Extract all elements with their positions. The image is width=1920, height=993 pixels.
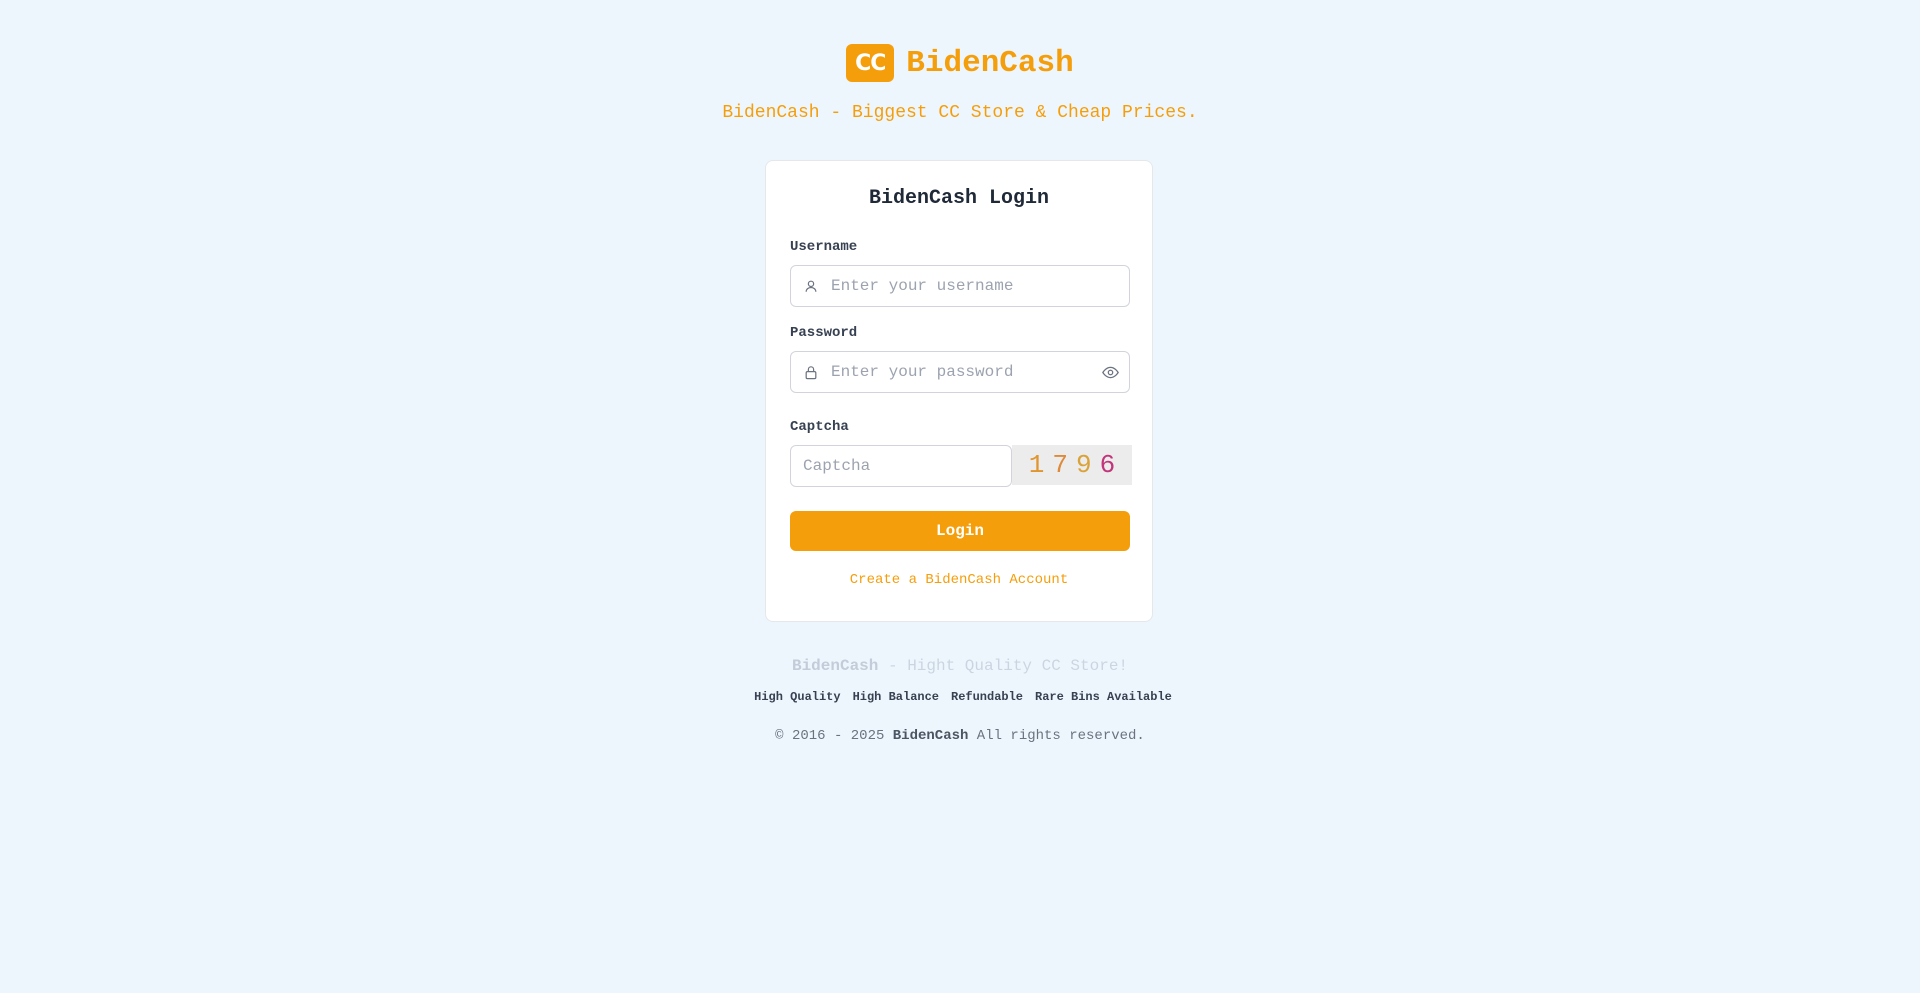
- password-field[interactable]: [790, 351, 1130, 393]
- captcha-digit: 7: [1052, 450, 1068, 480]
- brand-logo-badge: CC: [846, 44, 895, 82]
- username-label: Username: [790, 239, 858, 255]
- user-icon: [803, 278, 819, 294]
- login-page: CC BidenCash BidenCash - Biggest CC Stor…: [0, 0, 1920, 993]
- footer-brand-name: BidenCash: [791, 657, 879, 675]
- copyright-suffix: All rights reserved.: [968, 728, 1145, 744]
- footer-brand-tagline: - Hight Quality CC Store!: [878, 657, 1129, 675]
- feature-label: Refundable: [951, 690, 1024, 704]
- brand-tagline: BidenCash - Biggest CC Store & Cheap Pri…: [722, 103, 1198, 123]
- login-card: BidenCash Login Username Password: [765, 160, 1153, 622]
- password-label: Password: [790, 325, 858, 341]
- feature-item: High Balance: [847, 690, 939, 704]
- copyright-prefix: © 2016 - 2025: [775, 728, 893, 744]
- captcha-label: Captcha: [790, 419, 849, 435]
- lock-icon: [803, 364, 819, 380]
- show-password-icon[interactable]: [1101, 363, 1119, 381]
- username-field[interactable]: [790, 265, 1130, 307]
- brand-name: BidenCash: [906, 45, 1074, 81]
- password-input[interactable]: [831, 352, 1101, 392]
- login-button[interactable]: Login: [790, 511, 1130, 551]
- footer-brand-line: BidenCash - Hight Quality CC Store!: [0, 657, 1920, 675]
- feature-list: High Quality High Balance Refundable Rare B…: [0, 690, 1920, 704]
- create-account-link[interactable]: Create a BidenCash Account: [766, 572, 1152, 588]
- feature-item: Refundable: [945, 690, 1023, 704]
- feature-label: High Balance: [852, 690, 939, 704]
- copyright-brand: BidenCash: [892, 728, 969, 744]
- captcha-input[interactable]: [790, 445, 1012, 487]
- captcha-image: 1796: [1012, 445, 1132, 485]
- captcha-digit: 1: [1028, 450, 1045, 480]
- copyright: © 2016 - 2025 BidenCash All rights reser…: [0, 728, 1920, 744]
- feature-item: Rare Bins Available: [1029, 690, 1172, 704]
- brand-header: CC BidenCash: [0, 44, 1920, 82]
- feature-label: Rare Bins Available: [1035, 690, 1172, 704]
- username-input[interactable]: [831, 266, 1129, 306]
- login-title: BidenCash Login: [868, 187, 1050, 210]
- captcha-digit: 9: [1076, 450, 1092, 480]
- feature-item: High Quality: [748, 690, 840, 704]
- captcha-digit: 6: [1099, 450, 1116, 480]
- feature-label: High Quality: [754, 690, 841, 704]
